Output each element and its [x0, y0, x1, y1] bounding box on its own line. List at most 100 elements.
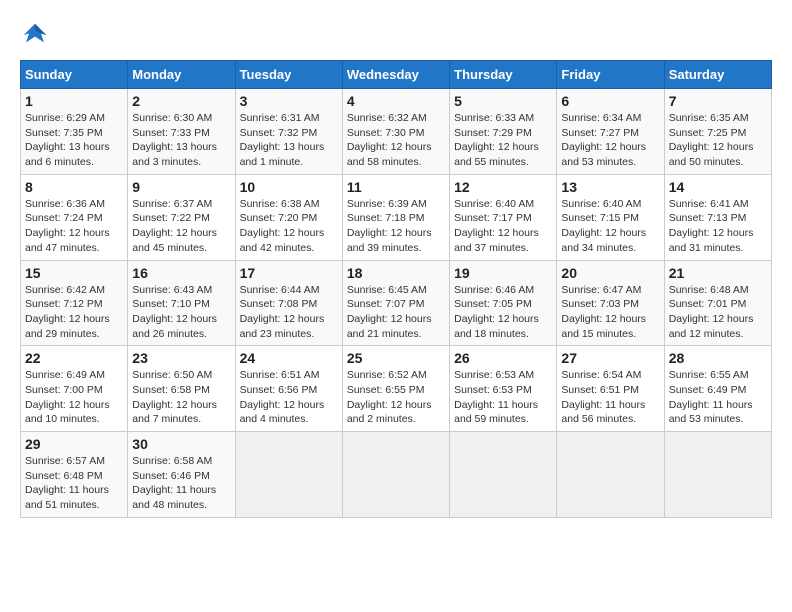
calendar-week-row: 29 Sunrise: 6:57 AMSunset: 6:48 PMDayligh…	[21, 432, 772, 518]
day-info: Sunrise: 6:33 AMSunset: 7:29 PMDaylight:…	[454, 111, 552, 170]
day-number: 28	[669, 350, 767, 366]
calendar-cell: 2Sunrise: 6:30 AMSunset: 7:33 PMDaylight…	[128, 89, 235, 175]
day-number: 13	[561, 179, 659, 195]
calendar-cell: 28 Sunrise: 6:55 AMSunset: 6:49 PMDayligh…	[664, 346, 771, 432]
day-info: Sunrise: 6:50 AMSunset: 6:58 PMDaylight:…	[132, 368, 230, 427]
day-number: 1	[25, 93, 123, 109]
day-info: Sunrise: 6:31 AMSunset: 7:32 PMDaylight:…	[240, 111, 338, 170]
day-info: Sunrise: 6:39 AMSunset: 7:18 PMDaylight:…	[347, 197, 445, 256]
day-info: Sunrise: 6:54 AMSunset: 6:51 PMDaylight:…	[561, 368, 659, 427]
day-info: Sunrise: 6:51 AMSunset: 6:56 PMDaylight:…	[240, 368, 338, 427]
day-info: Sunrise: 6:58 AMSunset: 6:46 PMDaylight:…	[132, 454, 230, 513]
day-info: Sunrise: 6:29 AMSunset: 7:35 PMDaylight:…	[25, 111, 123, 170]
day-number: 5	[454, 93, 552, 109]
calendar-cell: 26Sunrise: 6:53 AMSunset: 6:53 PMDayligh…	[450, 346, 557, 432]
calendar-cell: 17 Sunrise: 6:44 AMSunset: 7:08 PMDayligh…	[235, 260, 342, 346]
calendar-cell: 5 Sunrise: 6:33 AMSunset: 7:29 PMDaylight…	[450, 89, 557, 175]
weekday-header-sunday: Sunday	[21, 61, 128, 89]
calendar-cell	[342, 432, 449, 518]
day-info: Sunrise: 6:35 AMSunset: 7:25 PMDaylight:…	[669, 111, 767, 170]
day-info: Sunrise: 6:32 AMSunset: 7:30 PMDaylight:…	[347, 111, 445, 170]
calendar-table: SundayMondayTuesdayWednesdayThursdayFrid…	[20, 60, 772, 518]
day-info: Sunrise: 6:40 AMSunset: 7:17 PMDaylight:…	[454, 197, 552, 256]
weekday-header-row: SundayMondayTuesdayWednesdayThursdayFrid…	[21, 61, 772, 89]
day-info: Sunrise: 6:53 AMSunset: 6:53 PMDaylight:…	[454, 368, 552, 427]
day-number: 22	[25, 350, 123, 366]
day-info: Sunrise: 6:44 AMSunset: 7:08 PMDaylight:…	[240, 283, 338, 342]
calendar-cell: 7 Sunrise: 6:35 AMSunset: 7:25 PMDaylight…	[664, 89, 771, 175]
day-info: Sunrise: 6:52 AMSunset: 6:55 PMDaylight:…	[347, 368, 445, 427]
calendar-cell: 27 Sunrise: 6:54 AMSunset: 6:51 PMDayligh…	[557, 346, 664, 432]
calendar-cell: 14 Sunrise: 6:41 AMSunset: 7:13 PMDayligh…	[664, 174, 771, 260]
day-number: 11	[347, 179, 445, 195]
day-info: Sunrise: 6:57 AMSunset: 6:48 PMDaylight:…	[25, 454, 123, 513]
calendar-cell: 4 Sunrise: 6:32 AMSunset: 7:30 PMDaylight…	[342, 89, 449, 175]
day-info: Sunrise: 6:41 AMSunset: 7:13 PMDaylight:…	[669, 197, 767, 256]
day-info: Sunrise: 6:46 AMSunset: 7:05 PMDaylight:…	[454, 283, 552, 342]
calendar-cell: 23 Sunrise: 6:50 AMSunset: 6:58 PMDayligh…	[128, 346, 235, 432]
calendar-week-row: 1 Sunrise: 6:29 AMSunset: 7:35 PMDaylight…	[21, 89, 772, 175]
calendar-body: 1 Sunrise: 6:29 AMSunset: 7:35 PMDaylight…	[21, 89, 772, 518]
day-number: 12	[454, 179, 552, 195]
day-number: 7	[669, 93, 767, 109]
weekday-header-tuesday: Tuesday	[235, 61, 342, 89]
day-info: Sunrise: 6:45 AMSunset: 7:07 PMDaylight:…	[347, 283, 445, 342]
day-number: 9	[132, 179, 230, 195]
day-number: 20	[561, 265, 659, 281]
calendar-cell: 19 Sunrise: 6:46 AMSunset: 7:05 PMDayligh…	[450, 260, 557, 346]
calendar-cell	[664, 432, 771, 518]
calendar-week-row: 8 Sunrise: 6:36 AMSunset: 7:24 PMDaylight…	[21, 174, 772, 260]
day-number: 19	[454, 265, 552, 281]
day-number: 24	[240, 350, 338, 366]
calendar-cell: 6 Sunrise: 6:34 AMSunset: 7:27 PMDaylight…	[557, 89, 664, 175]
calendar-cell: 13 Sunrise: 6:40 AMSunset: 7:15 PMDayligh…	[557, 174, 664, 260]
day-info: Sunrise: 6:43 AMSunset: 7:10 PMDaylight:…	[132, 283, 230, 342]
day-number: 4	[347, 93, 445, 109]
calendar-cell: 29 Sunrise: 6:57 AMSunset: 6:48 PMDayligh…	[21, 432, 128, 518]
calendar-cell: 12 Sunrise: 6:40 AMSunset: 7:17 PMDayligh…	[450, 174, 557, 260]
calendar-cell: 8 Sunrise: 6:36 AMSunset: 7:24 PMDaylight…	[21, 174, 128, 260]
weekday-header-monday: Monday	[128, 61, 235, 89]
day-number: 8	[25, 179, 123, 195]
day-number: 6	[561, 93, 659, 109]
day-info: Sunrise: 6:47 AMSunset: 7:03 PMDaylight:…	[561, 283, 659, 342]
day-info: Sunrise: 6:38 AMSunset: 7:20 PMDaylight:…	[240, 197, 338, 256]
calendar-week-row: 22Sunrise: 6:49 AMSunset: 7:00 PMDayligh…	[21, 346, 772, 432]
calendar-cell: 24 Sunrise: 6:51 AMSunset: 6:56 PMDayligh…	[235, 346, 342, 432]
weekday-header-thursday: Thursday	[450, 61, 557, 89]
calendar-cell	[235, 432, 342, 518]
calendar-cell	[557, 432, 664, 518]
day-info: Sunrise: 6:36 AMSunset: 7:24 PMDaylight:…	[25, 197, 123, 256]
day-number: 21	[669, 265, 767, 281]
weekday-header-wednesday: Wednesday	[342, 61, 449, 89]
day-number: 17	[240, 265, 338, 281]
day-info: Sunrise: 6:42 AMSunset: 7:12 PMDaylight:…	[25, 283, 123, 342]
day-number: 16	[132, 265, 230, 281]
day-info: Sunrise: 6:34 AMSunset: 7:27 PMDaylight:…	[561, 111, 659, 170]
calendar-cell: 1 Sunrise: 6:29 AMSunset: 7:35 PMDaylight…	[21, 89, 128, 175]
day-number: 25	[347, 350, 445, 366]
day-number: 10	[240, 179, 338, 195]
calendar-cell: 30 Sunrise: 6:58 AMSunset: 6:46 PMDayligh…	[128, 432, 235, 518]
day-number: 30	[132, 436, 230, 452]
day-number: 29	[25, 436, 123, 452]
day-number: 15	[25, 265, 123, 281]
calendar-cell: 9 Sunrise: 6:37 AMSunset: 7:22 PMDaylight…	[128, 174, 235, 260]
calendar-cell: 3 Sunrise: 6:31 AMSunset: 7:32 PMDaylight…	[235, 89, 342, 175]
day-info: Sunrise: 6:37 AMSunset: 7:22 PMDaylight:…	[132, 197, 230, 256]
calendar-cell	[450, 432, 557, 518]
day-number: 14	[669, 179, 767, 195]
calendar-cell: 18Sunrise: 6:45 AMSunset: 7:07 PMDayligh…	[342, 260, 449, 346]
day-info: Sunrise: 6:40 AMSunset: 7:15 PMDaylight:…	[561, 197, 659, 256]
calendar-cell: 11 Sunrise: 6:39 AMSunset: 7:18 PMDayligh…	[342, 174, 449, 260]
calendar-week-row: 15 Sunrise: 6:42 AMSunset: 7:12 PMDayligh…	[21, 260, 772, 346]
day-number: 23	[132, 350, 230, 366]
logo	[20, 20, 54, 50]
day-info: Sunrise: 6:55 AMSunset: 6:49 PMDaylight:…	[669, 368, 767, 427]
weekday-header-saturday: Saturday	[664, 61, 771, 89]
calendar-cell: 25 Sunrise: 6:52 AMSunset: 6:55 PMDayligh…	[342, 346, 449, 432]
calendar-cell: 20 Sunrise: 6:47 AMSunset: 7:03 PMDayligh…	[557, 260, 664, 346]
day-number: 27	[561, 350, 659, 366]
day-number: 3	[240, 93, 338, 109]
weekday-header-friday: Friday	[557, 61, 664, 89]
